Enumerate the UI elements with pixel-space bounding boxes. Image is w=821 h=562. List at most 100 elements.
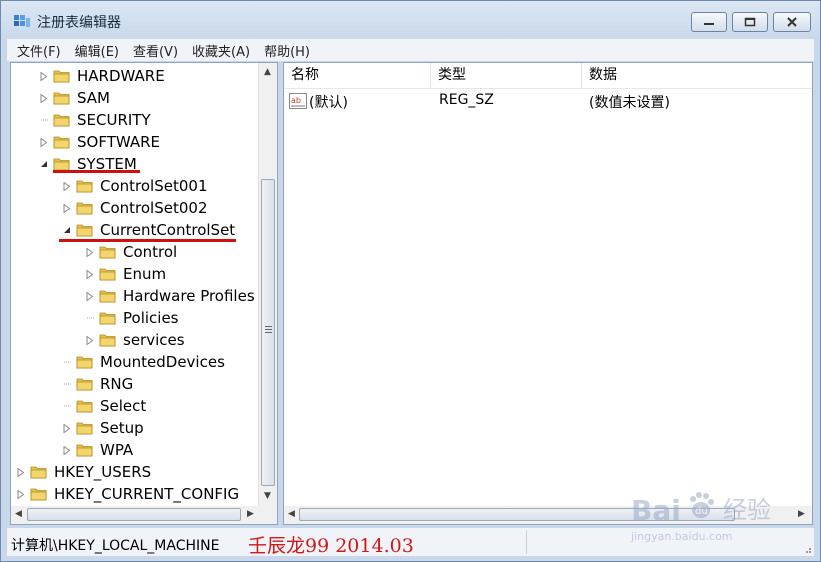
registry-editor-icon	[14, 15, 30, 27]
tree-item-controlset002[interactable]: ControlSet002	[62, 197, 207, 219]
tree-item-label: ControlSet001	[100, 177, 208, 195]
tree-horizontal-scrollbar[interactable]: ◀ ▶	[11, 506, 277, 524]
tree-item-label: Select	[100, 397, 147, 415]
status-separator	[526, 530, 527, 554]
tree-item-control[interactable]: Control	[85, 241, 177, 263]
tree-item-wpa[interactable]: WPA	[62, 439, 133, 461]
folder-icon	[76, 356, 93, 369]
string-value-icon: ab	[289, 93, 307, 109]
menu-edit[interactable]: 编辑(E)	[75, 41, 119, 60]
expand-arrow-icon[interactable]	[62, 203, 72, 213]
tree-item-policies[interactable]: Policies	[85, 307, 178, 329]
tree-item-setup[interactable]: Setup	[62, 417, 144, 439]
expand-arrow-icon[interactable]	[62, 181, 72, 191]
tree-item-label: services	[123, 331, 185, 349]
tree-item-select[interactable]: Select	[62, 395, 146, 417]
collapse-arrow-icon[interactable]	[39, 159, 49, 169]
tree-item-label: Setup	[100, 419, 144, 437]
column-header-data[interactable]: 数据	[582, 63, 812, 88]
tree-item-label: HARDWARE	[77, 67, 165, 85]
svg-text:jingyan.baidu.com: jingyan.baidu.com	[630, 530, 733, 543]
tree-item-label: Control	[123, 243, 178, 261]
tree-item-label: Enum	[123, 265, 167, 283]
tree-connector	[62, 379, 72, 389]
tree-item-label: MountedDevices	[100, 353, 225, 371]
expand-arrow-icon[interactable]	[85, 291, 95, 301]
tree-item-hkey-current-config[interactable]: HKEY_CURRENT_CONFIG	[16, 483, 239, 505]
folder-icon	[76, 202, 93, 215]
window-title: 注册表编辑器	[37, 15, 121, 31]
tree-item-hkey-users[interactable]: HKEY_USERS	[16, 461, 151, 483]
status-key-path: 计算机\HKEY_LOCAL_MACHINE	[11, 538, 220, 554]
expand-arrow-icon[interactable]	[39, 137, 49, 147]
system-underline-annotation	[53, 170, 140, 173]
folder-icon	[53, 158, 70, 171]
tree-connector	[39, 115, 49, 125]
menu-bar: 文件(F) 编辑(E) 查看(V) 收藏夹(A) 帮助(H)	[7, 39, 814, 61]
tree-item-security[interactable]: SECURITY	[39, 109, 151, 131]
folder-icon	[76, 444, 93, 457]
folder-icon	[99, 268, 116, 281]
folder-icon	[53, 92, 70, 105]
expand-arrow-icon[interactable]	[85, 269, 95, 279]
value-name[interactable]: (默认)	[309, 92, 348, 112]
tree-item-rng[interactable]: RNG	[62, 373, 133, 395]
tree-item-hardware[interactable]: HARDWARE	[39, 65, 165, 87]
registry-key-tree[interactable]: HARDWARE SAM SECURITY SOFTWARE SYSTEM Control…	[10, 62, 278, 525]
tree-item-label: SECURITY	[77, 111, 151, 129]
close-button[interactable]	[773, 12, 811, 32]
folder-icon	[76, 180, 93, 193]
tree-vertical-scroll-thumb[interactable]	[261, 179, 275, 486]
tree-item-sam[interactable]: SAM	[39, 87, 110, 109]
scroll-right-icon[interactable]: ▶	[247, 509, 254, 519]
tree-item-label: Policies	[123, 309, 179, 327]
tree-item-currentcontrolset[interactable]: CurrentControlSet	[62, 219, 235, 241]
folder-icon	[76, 378, 93, 391]
expand-arrow-icon[interactable]	[39, 93, 49, 103]
expand-arrow-icon[interactable]	[62, 423, 72, 433]
tree-item-software[interactable]: SOFTWARE	[39, 131, 160, 153]
currentcontrolset-underline-annotation	[59, 239, 236, 242]
menu-file[interactable]: 文件(F)	[17, 41, 61, 60]
menu-view[interactable]: 查看(V)	[133, 41, 178, 60]
header-divider	[284, 88, 812, 89]
tree-horizontal-scroll-thumb[interactable]	[27, 508, 241, 521]
tree-item-label: SOFTWARE	[77, 133, 161, 151]
folder-icon	[76, 422, 93, 435]
tree-item-label: SAM	[77, 89, 111, 107]
tree-item-enum[interactable]: Enum	[85, 263, 166, 285]
scroll-left-icon[interactable]: ◀	[15, 509, 22, 519]
folder-icon	[99, 290, 116, 303]
expand-arrow-icon[interactable]	[85, 335, 95, 345]
registry-value-list[interactable]: 名称 类型 数据 ab (默认) REG_SZ (数值未设置) ◀ ▶	[283, 62, 813, 525]
expand-arrow-icon[interactable]	[62, 445, 72, 455]
expand-arrow-icon[interactable]	[16, 467, 26, 477]
tree-item-mounteddevices[interactable]: MountedDevices	[62, 351, 225, 373]
folder-icon	[30, 488, 47, 501]
scroll-left-icon[interactable]: ◀	[288, 509, 295, 519]
value-type: REG_SZ	[439, 92, 494, 108]
tree-vertical-scrollbar[interactable]: ▲ ▼	[258, 63, 277, 506]
expand-arrow-icon[interactable]	[39, 71, 49, 81]
tree-connector	[62, 401, 72, 411]
maximize-icon	[744, 17, 756, 27]
minimize-button[interactable]	[691, 12, 727, 32]
folder-icon	[99, 334, 116, 347]
folder-icon	[53, 136, 70, 149]
tree-item-label: CurrentControlSet	[100, 221, 236, 239]
expand-arrow-icon[interactable]	[16, 489, 26, 499]
menu-favorites[interactable]: 收藏夹(A)	[192, 41, 250, 60]
menu-help[interactable]: 帮助(H)	[264, 41, 310, 60]
tree-item-controlset001[interactable]: ControlSet001	[62, 175, 207, 197]
scroll-up-icon[interactable]: ▲	[264, 67, 271, 77]
expand-arrow-icon[interactable]	[85, 247, 95, 257]
tree-item-hardware-profiles[interactable]: Hardware Profiles	[85, 285, 255, 307]
tree-item-services[interactable]: services	[85, 329, 185, 351]
collapse-arrow-icon[interactable]	[62, 225, 72, 235]
maximize-button[interactable]	[732, 12, 768, 32]
folder-icon	[76, 400, 93, 413]
scroll-down-icon[interactable]: ▼	[264, 491, 271, 501]
folder-icon	[30, 466, 47, 479]
column-header-name[interactable]: 名称	[284, 63, 431, 88]
column-header-type[interactable]: 类型	[431, 63, 582, 88]
